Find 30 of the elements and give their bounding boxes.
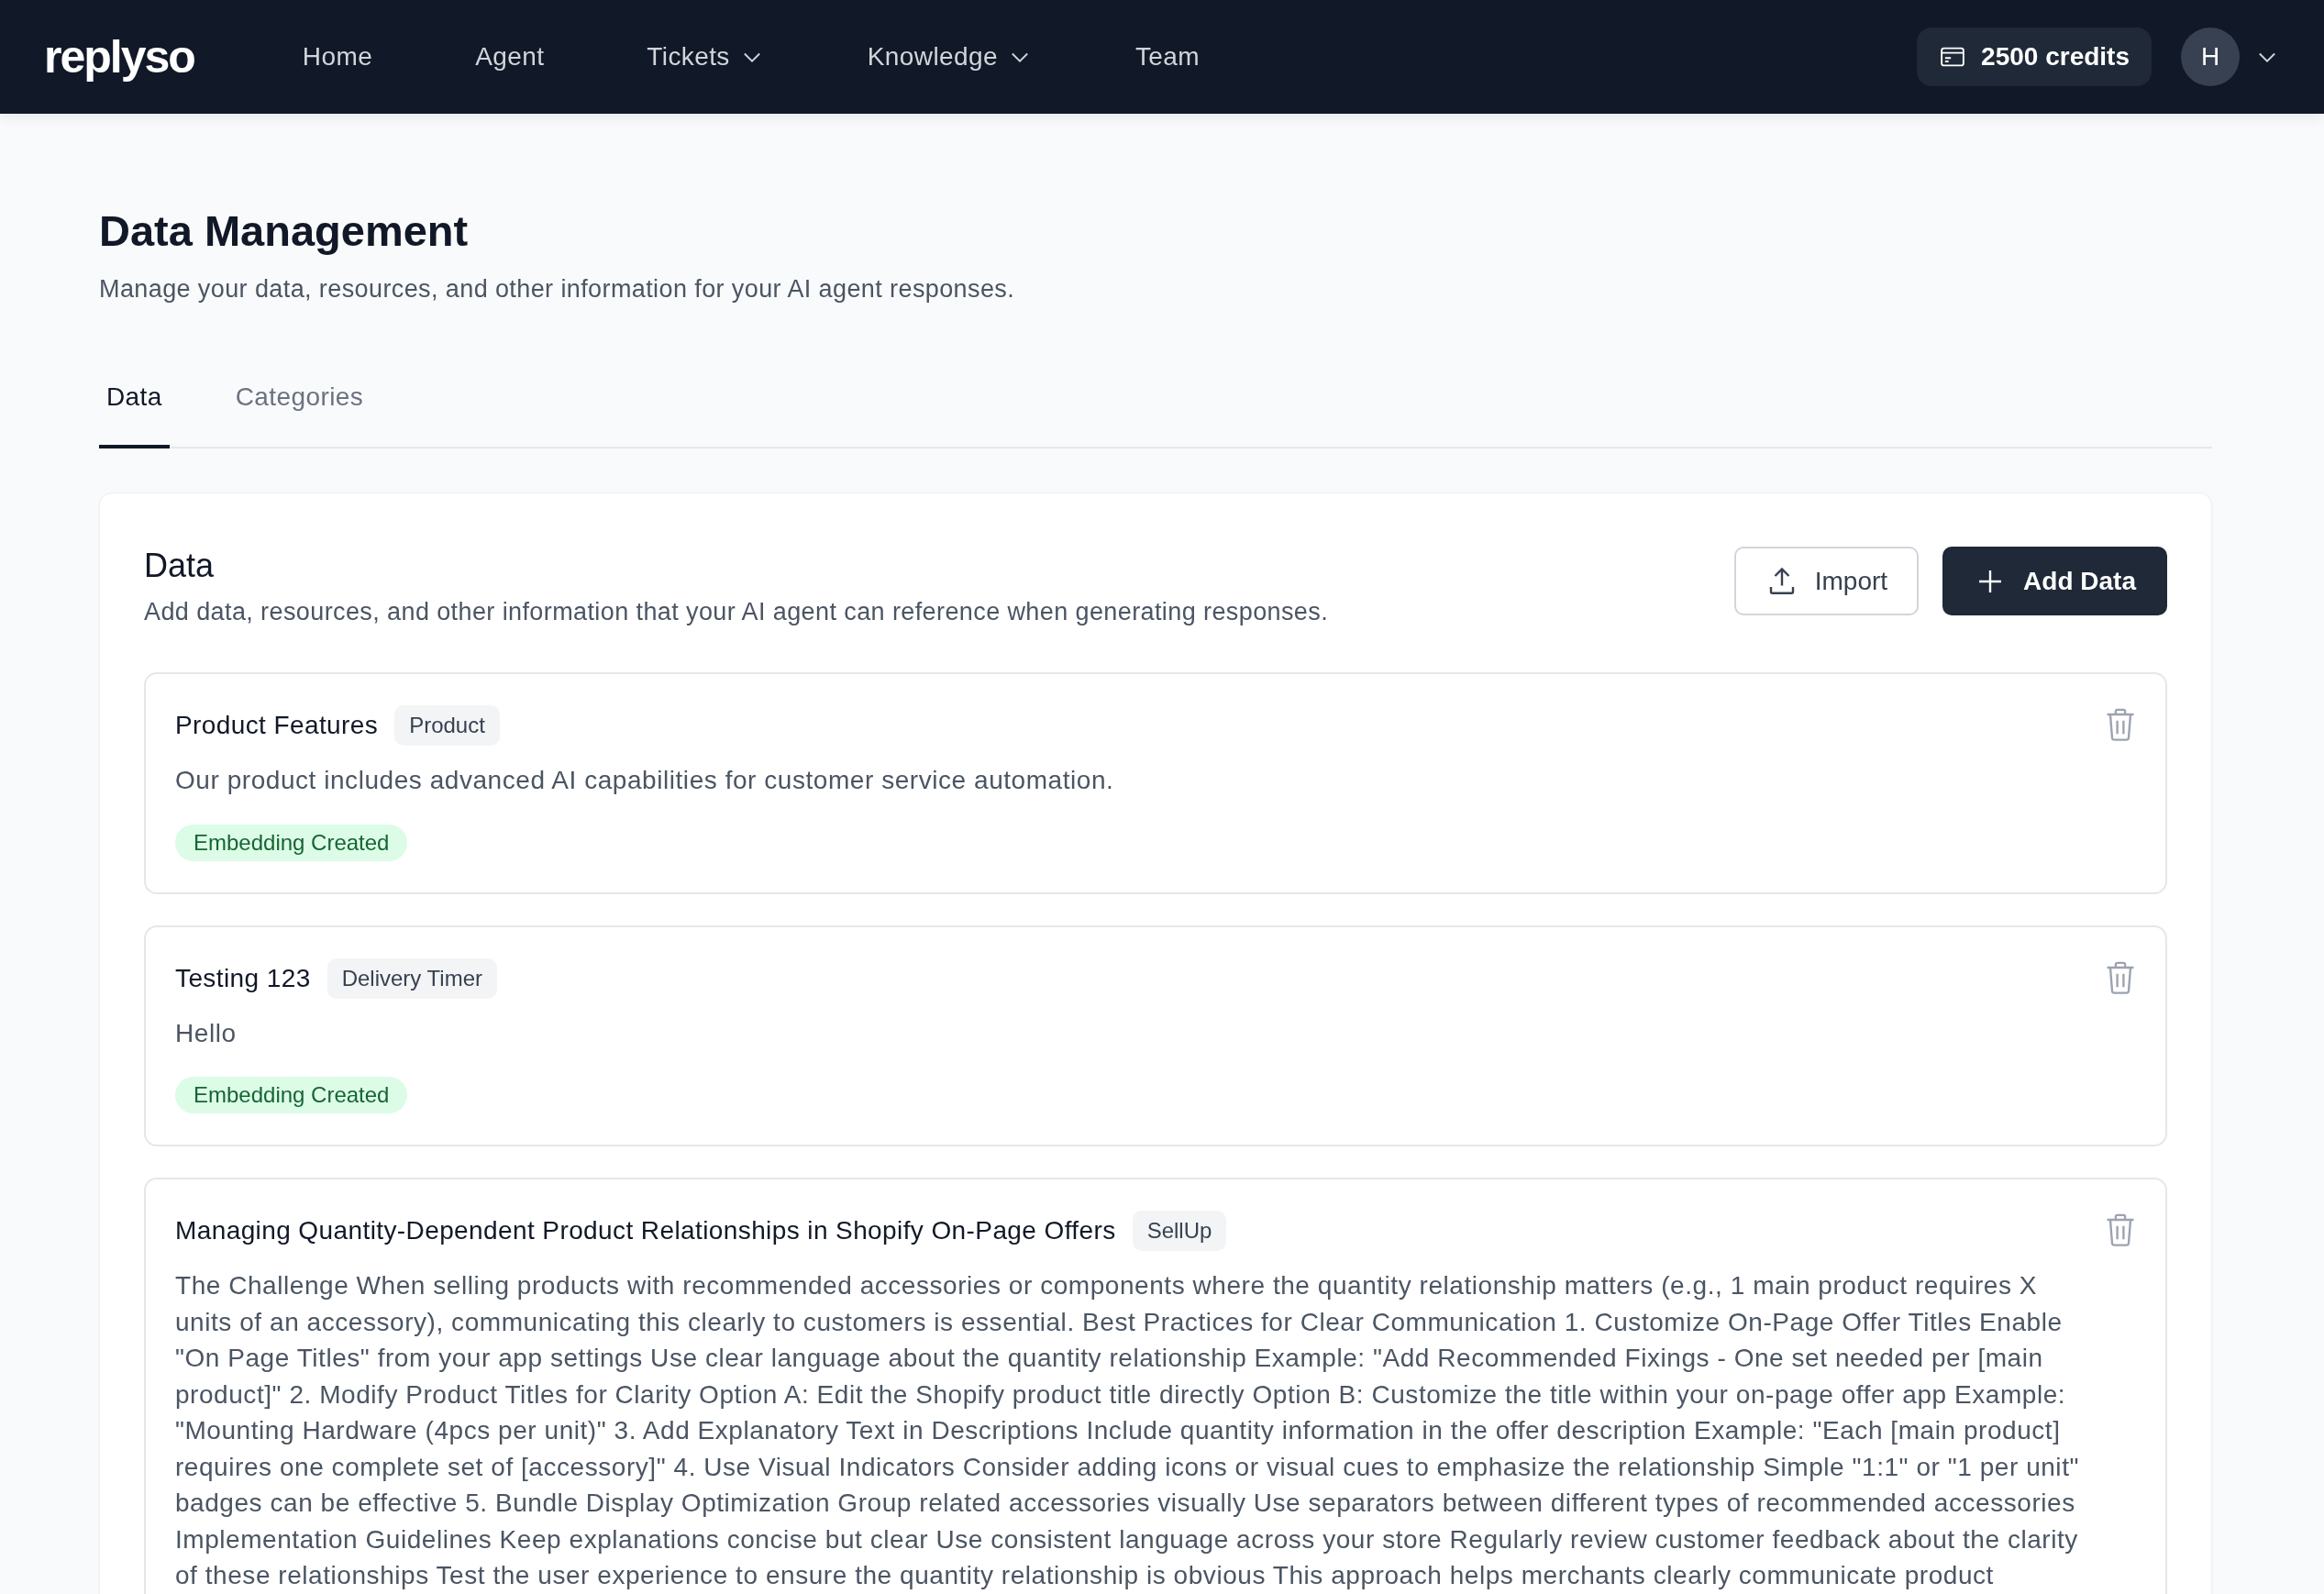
panel-title: Data — [144, 547, 216, 586]
entry-content: The Challenge When selling products with recommended accessories or components where the quantity relationship matters (e.g., 1 main product requires X units of an accessory), communicating this clearly to customers is essential. Best Practices for Clear Communication 1. Customize On-Page Offer Titles Enable "On Page Titles" from your app settings Use clear language about the quantity relationship Example: "Add Recommended Fixings - One set needed per [main product]" 2. Modify Product Titles for Clarity Option A: Edit the Shopify product title directly Option B: Customize the title within your on-page offer app Example: "Mounting Hardware (4pcs per unit)" 3. Add Explanatory Text in Descriptions Include quantity information in the offer description Example: "Each [main product] requires one complete set of [accessory]" 4. Use Visual Indicators Consider adding icons or visual cues to emphasize the relationship Simple "1:1" or "1 per unit" badges can be effective 5. Bundle Display Optimization Group related accessories visually Use separators between different types of recommended accessories Implementation Guidelines Keep explanations concise but clear Use consistent language across your store Regularly review customer feedback about the clarity of these relationships Test the user experience to ensure the quantity relationship is obvious This approach helps merchants clearly communicate product — [175, 1270, 2080, 1592]
status-badge: Embedding Created — [175, 824, 408, 861]
nav-link[interactable]: Tickets — [647, 42, 765, 72]
logo[interactable]: replyso — [44, 30, 194, 83]
panel-description: Add data, resources, and other information that your AI agent can reference when generating responses. — [144, 598, 1329, 627]
tab[interactable]: Data — [99, 382, 170, 449]
entry-content: Our product includes advanced AI capabilities for customer service automation. — [175, 765, 1115, 797]
category-tag: Product — [394, 705, 500, 747]
credits-button[interactable]: 2500 credits — [1917, 28, 2152, 86]
status-badge: Embedding Created — [175, 1077, 408, 1114]
entry-content: Hello — [175, 1017, 238, 1049]
nav-link[interactable]: Team — [1134, 42, 1200, 72]
delete-icon[interactable] — [2105, 707, 2136, 743]
nav-link[interactable]: Agent — [475, 42, 545, 72]
delete-icon[interactable] — [2105, 959, 2136, 995]
delete-icon[interactable] — [2105, 1212, 2136, 1248]
entry-title: Testing 123 — [175, 963, 311, 993]
import-button[interactable]: Import — [1733, 547, 1920, 616]
nav-link[interactable]: Home — [302, 42, 373, 72]
user-avatar[interactable]: H — [2181, 28, 2240, 86]
category-tag: Delivery Timer — [326, 958, 497, 999]
entry-title: Managing Quantity-Dependent Product Relationships in Shopify On-Page Offers — [175, 1216, 1116, 1246]
page-subtitle: Manage your data, resources, and other information for your AI agent responses. — [99, 275, 1016, 304]
tab[interactable]: Categories — [227, 382, 371, 449]
page-title: Data Management — [99, 205, 470, 257]
nav-link[interactable]: Knowledge — [867, 42, 1033, 72]
category-tag: SellUp — [1132, 1211, 1227, 1252]
entry-title: Product Features — [175, 711, 379, 741]
add-button[interactable]: Add Data — [1942, 547, 2167, 616]
